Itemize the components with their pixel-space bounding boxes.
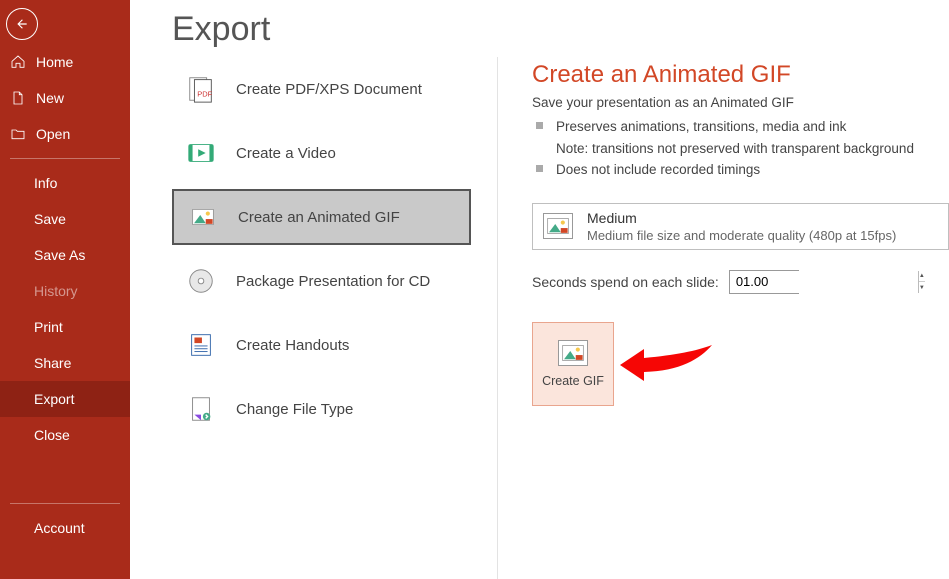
seconds-label: Seconds spend on each slide: bbox=[532, 274, 719, 290]
sidebar-item-label: History bbox=[34, 283, 78, 299]
sidebar-item-print[interactable]: Print bbox=[0, 309, 130, 345]
export-main: Export PDF Create PDF/XPS Document Creat… bbox=[130, 0, 949, 579]
sidebar-item-label: Open bbox=[36, 126, 70, 142]
sidebar-item-share[interactable]: Share bbox=[0, 345, 130, 381]
sidebar-item-label: Share bbox=[34, 355, 71, 371]
sidebar-item-label: Home bbox=[36, 54, 73, 70]
home-icon bbox=[10, 54, 26, 70]
option-create-handouts[interactable]: Create Handouts bbox=[172, 317, 471, 373]
sidebar-item-new[interactable]: New bbox=[0, 80, 130, 116]
bullet-note: Note: transitions not preserved with tra… bbox=[532, 138, 949, 160]
sidebar-item-save-as[interactable]: Save As bbox=[0, 237, 130, 273]
quality-thumb-icon bbox=[543, 213, 573, 239]
svg-text:PDF: PDF bbox=[197, 90, 212, 99]
create-gif-button[interactable]: Create GIF bbox=[532, 322, 614, 406]
animated-gif-icon bbox=[186, 200, 220, 234]
sidebar-item-save[interactable]: Save bbox=[0, 201, 130, 237]
quality-dropdown[interactable]: Medium Medium file size and moderate qua… bbox=[532, 203, 949, 250]
option-label: Create an Animated GIF bbox=[238, 209, 400, 226]
option-create-animated-gif[interactable]: Create an Animated GIF bbox=[172, 189, 471, 245]
details-subtitle: Save your presentation as an Animated GI… bbox=[532, 95, 949, 110]
sidebar-item-history: History bbox=[0, 273, 130, 309]
page-title: Export bbox=[130, 0, 949, 57]
back-button[interactable] bbox=[6, 8, 38, 40]
option-create-video[interactable]: Create a Video bbox=[172, 125, 471, 181]
export-details-panel: Create an Animated GIF Save your present… bbox=[498, 57, 949, 579]
create-gif-icon bbox=[558, 340, 588, 366]
cd-icon bbox=[184, 264, 218, 298]
bullet-item: Does not include recorded timings bbox=[532, 159, 949, 181]
quality-description: Medium file size and moderate quality (4… bbox=[587, 228, 896, 243]
option-label: Change File Type bbox=[236, 401, 353, 418]
spinner-up-icon[interactable]: ▲ bbox=[919, 271, 925, 283]
new-file-icon bbox=[10, 90, 26, 106]
seconds-spinner[interactable]: ▲ ▼ bbox=[729, 270, 799, 294]
backstage-sidebar: Home New Open Info Save bbox=[0, 0, 130, 579]
bullet-item: Preserves animations, transitions, media… bbox=[532, 116, 949, 138]
option-change-file-type[interactable]: Change File Type bbox=[172, 381, 471, 437]
details-title: Create an Animated GIF bbox=[532, 61, 949, 89]
sidebar-item-label: Info bbox=[34, 175, 57, 191]
sidebar-item-label: Export bbox=[34, 391, 74, 407]
sidebar-item-close[interactable]: Close bbox=[0, 417, 130, 453]
sidebar-divider bbox=[10, 503, 120, 504]
open-folder-icon bbox=[10, 126, 26, 142]
sidebar-item-label: Print bbox=[34, 319, 63, 335]
option-label: Package Presentation for CD bbox=[236, 273, 430, 290]
sidebar-item-label: Account bbox=[34, 520, 85, 536]
option-package-presentation-cd[interactable]: Package Presentation for CD bbox=[172, 253, 471, 309]
sidebar-item-info[interactable]: Info bbox=[0, 165, 130, 201]
back-arrow-icon bbox=[15, 17, 29, 31]
video-icon bbox=[184, 136, 218, 170]
sidebar-item-open[interactable]: Open bbox=[0, 116, 130, 152]
details-bullets: Preserves animations, transitions, media… bbox=[532, 116, 949, 181]
seconds-input[interactable] bbox=[730, 271, 918, 293]
sidebar-item-export[interactable]: Export bbox=[0, 381, 130, 417]
spinner-down-icon[interactable]: ▼ bbox=[919, 282, 925, 293]
sidebar-item-label: Save bbox=[34, 211, 66, 227]
handouts-icon bbox=[184, 328, 218, 362]
create-gif-label: Create GIF bbox=[542, 374, 604, 388]
sidebar-item-label: Close bbox=[34, 427, 70, 443]
change-file-type-icon bbox=[184, 392, 218, 426]
export-options-list: PDF Create PDF/XPS Document Create a Vid… bbox=[172, 57, 498, 579]
sidebar-item-account[interactable]: Account bbox=[0, 510, 130, 546]
pdf-xps-icon: PDF bbox=[184, 72, 218, 106]
sidebar-divider bbox=[10, 158, 120, 159]
option-label: Create PDF/XPS Document bbox=[236, 81, 422, 98]
quality-label: Medium bbox=[587, 210, 896, 226]
option-label: Create a Video bbox=[236, 145, 336, 162]
sidebar-item-label: New bbox=[36, 90, 64, 106]
option-label: Create Handouts bbox=[236, 337, 349, 354]
sidebar-item-home[interactable]: Home bbox=[0, 44, 130, 80]
seconds-per-slide-row: Seconds spend on each slide: ▲ ▼ bbox=[532, 270, 949, 294]
sidebar-item-label: Save As bbox=[34, 247, 85, 263]
option-create-pdf-xps[interactable]: PDF Create PDF/XPS Document bbox=[172, 61, 471, 117]
